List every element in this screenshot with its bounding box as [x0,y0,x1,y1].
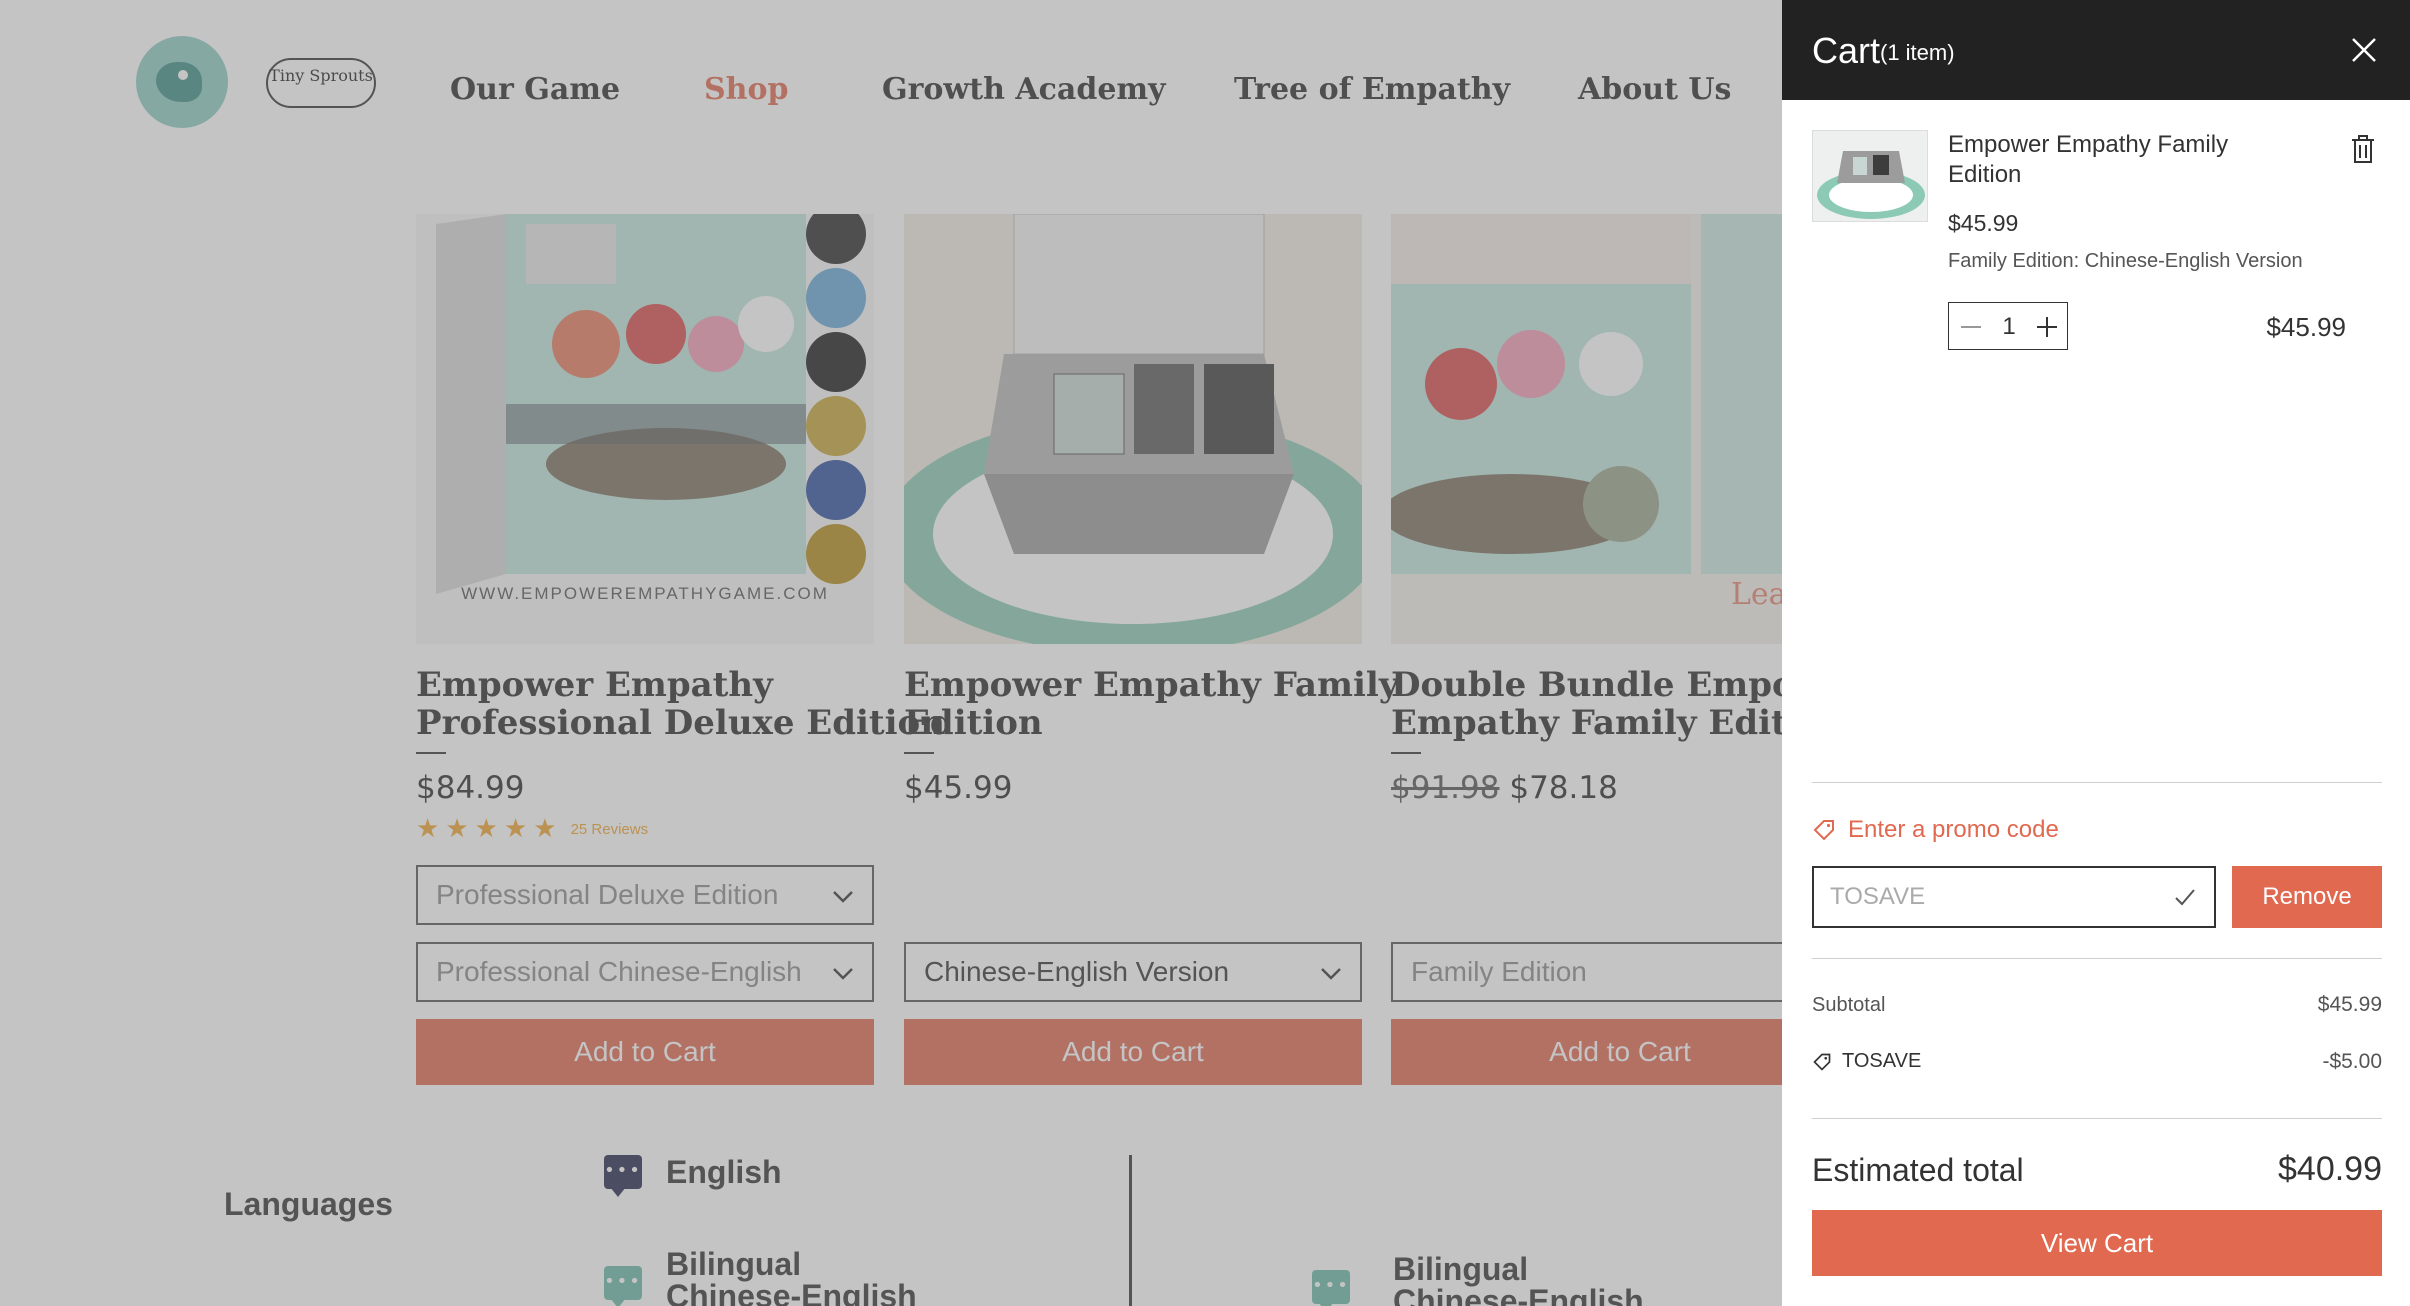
estimated-total-value: $40.99 [2278,1150,2382,1188]
cart-title: Cart [1812,30,1881,71]
product-thumbnail-illustration [1813,131,1927,221]
cart-item-price: $45.99 [1948,210,2019,236]
check-icon [2175,889,2195,906]
promo-code-link-label: Enter a promo code [1848,816,2059,843]
quantity-stepper: 1 [1948,302,2068,350]
promo-code-input[interactable]: TOSAVE [1812,866,2216,928]
trash-icon[interactable] [2350,134,2376,164]
page-overlay[interactable] [0,0,1782,1306]
discount-code-label: TOSAVE [1842,1050,1922,1072]
view-cart-button[interactable]: View Cart [1812,1210,2382,1276]
cart-drawer: Cart (1 item) Empower Empathy Family Edi… [1782,0,2410,1306]
cart-item-thumbnail[interactable] [1812,130,1928,222]
tag-icon [1813,1053,1831,1071]
discount-row: TOSAVE [1812,1050,1921,1073]
cart-item-name[interactable]: Empower Empathy Family Edition [1948,130,2248,190]
cart-item-count: (1 item) [1880,40,1955,65]
plus-icon[interactable] [2035,315,2059,339]
subtotal-label: Subtotal [1812,994,1886,1016]
cart-item-line-total: $45.99 [2266,312,2346,342]
remove-promo-button[interactable]: Remove [2232,866,2382,928]
promo-code-value: TOSAVE [1830,883,1926,910]
cart-item-variant: Family Edition: Chinese-English Version [1948,250,2303,272]
quantity-value[interactable]: 1 [1993,313,2025,341]
tag-icon [1813,820,1834,841]
promo-code-link[interactable]: Enter a promo code [1812,816,2059,844]
close-icon[interactable] [2350,36,2378,64]
cart-header: Cart (1 item) [1782,0,2410,100]
divider [1812,782,2382,783]
divider [1812,958,2382,959]
subtotal-value: $45.99 [2317,993,2382,1016]
divider [1812,1118,2382,1119]
minus-icon[interactable] [1959,315,1983,339]
discount-value: -$5.00 [2322,1050,2382,1073]
estimated-total-label: Estimated total [1812,1152,2024,1188]
